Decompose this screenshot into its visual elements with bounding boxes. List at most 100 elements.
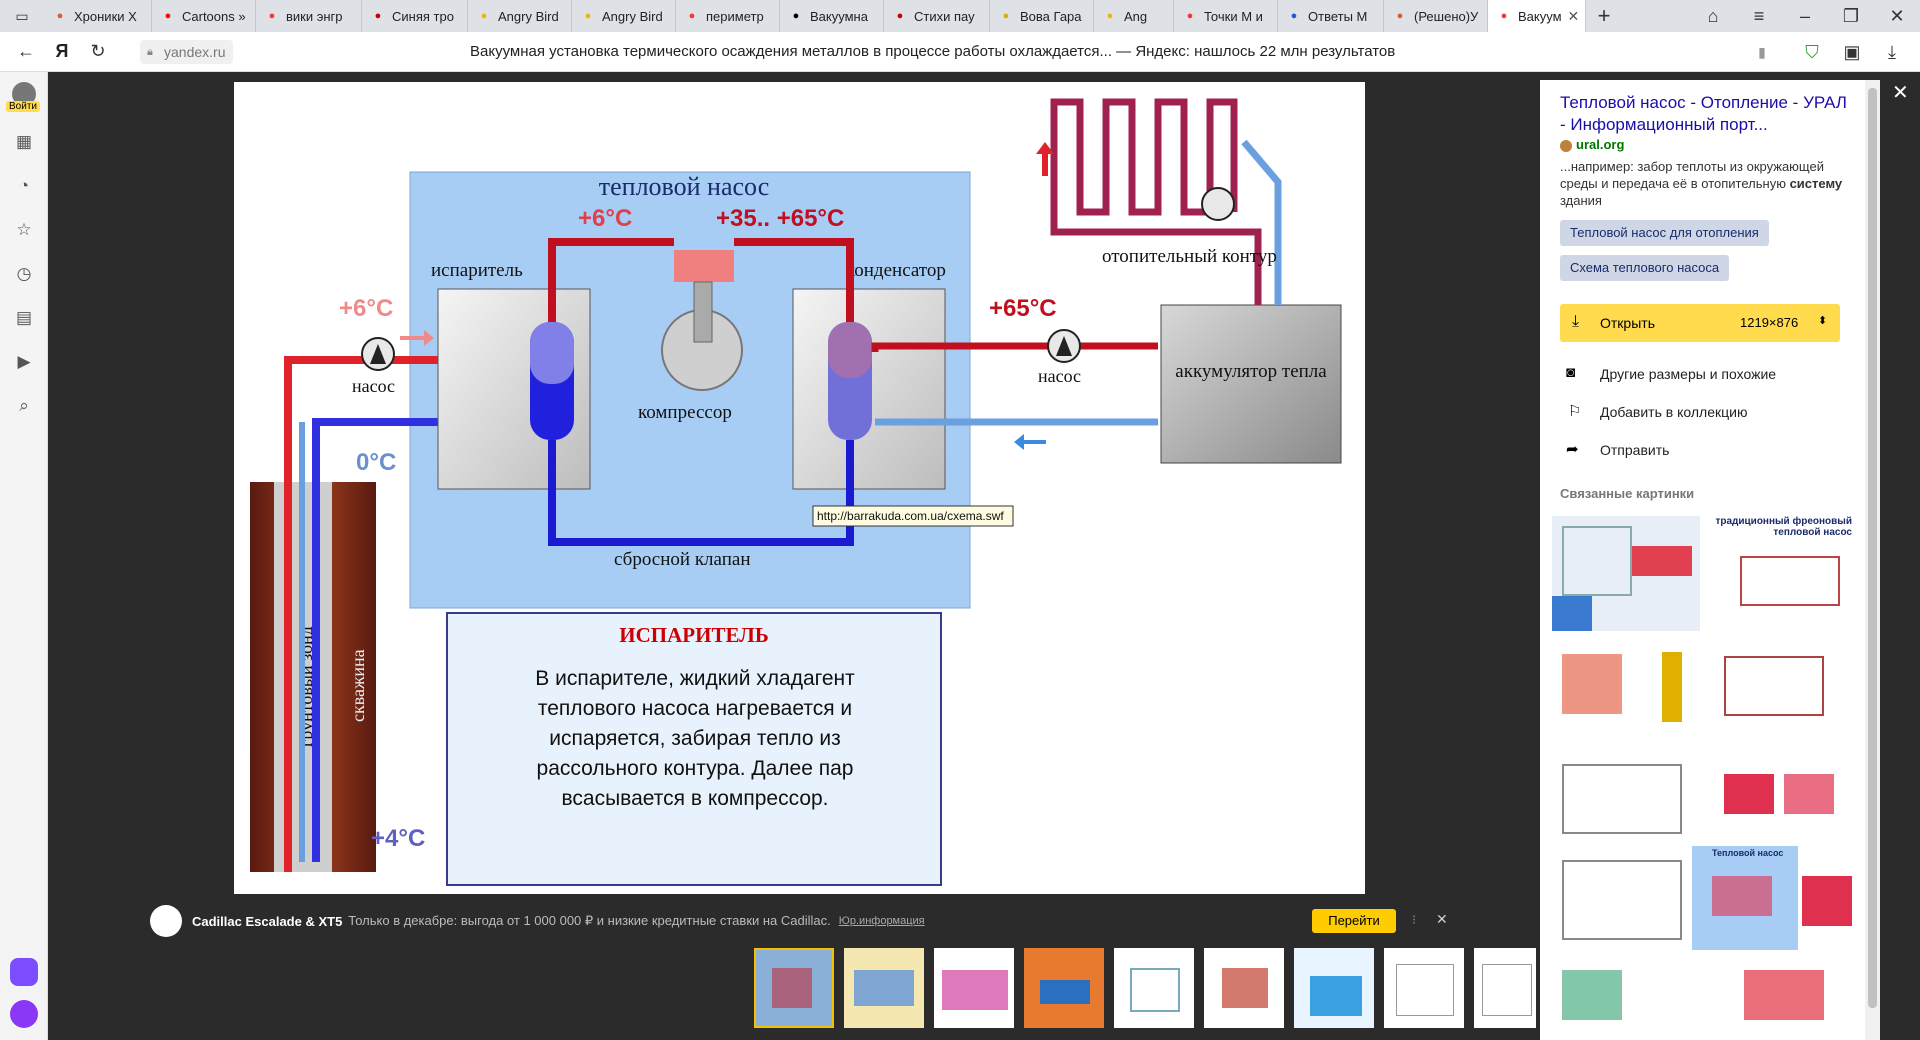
evaporator-label: испаритель <box>431 260 523 281</box>
side-scrollbar[interactable] <box>1865 80 1880 1040</box>
thumbnail[interactable] <box>754 948 834 1028</box>
thumbnail[interactable] <box>1294 948 1374 1028</box>
temp-cond-top: +35.. +65°C <box>716 205 844 232</box>
tab[interactable]: ● вики энгр <box>256 0 362 32</box>
bookmarks-icon[interactable]: ⌂ <box>1690 0 1736 34</box>
result-title[interactable]: Тепловой насос - Отопление - УРАЛ - Инфо… <box>1560 92 1850 136</box>
shield-icon[interactable]: ⛉ <box>1794 34 1830 70</box>
related-image[interactable] <box>1552 744 1700 844</box>
related-image[interactable] <box>1552 516 1700 631</box>
minimize-icon[interactable]: – <box>1782 0 1828 34</box>
heating-circuit-label: отопительный контур <box>1102 246 1277 267</box>
result-snippet: ...например: забор теплоты из окружающей… <box>1560 159 1843 208</box>
at-icon: ● <box>1290 10 1298 22</box>
open-button[interactable]: ⤓ Открыть 1219×876 ⬍ <box>1560 304 1840 342</box>
gear-icon: ● <box>896 10 904 22</box>
temp-evap-top: +6°C <box>578 205 632 232</box>
close-tab-icon[interactable]: ✕ <box>1568 8 1580 25</box>
bell-icon[interactable]: ◔ <box>12 174 36 198</box>
yandex-icon: ● <box>1500 10 1508 22</box>
tag-pill[interactable]: Схема теплового насоса <box>1560 255 1730 281</box>
tab[interactable]: ● Вакуумна <box>780 0 884 32</box>
reload-icon[interactable]: ↻ <box>80 34 116 70</box>
tab[interactable]: ● Вова Гара <box>990 0 1094 32</box>
tab[interactable]: ● Вакуум ✕ <box>1488 0 1586 32</box>
star-icon[interactable]: ☆ <box>12 218 36 242</box>
yandex-home-icon[interactable]: Я <box>44 34 80 70</box>
thumbnail[interactable] <box>844 948 924 1028</box>
related-image[interactable]: традиционный фреоновый тепловой насос <box>1700 516 1860 631</box>
return-arrow <box>1014 434 1046 450</box>
ad-go-button[interactable]: Перейти <box>1312 909 1396 933</box>
alice-icon[interactable] <box>10 1000 38 1028</box>
notes-icon[interactable]: ▤ <box>12 306 36 330</box>
related-image[interactable] <box>1704 744 1860 844</box>
tab[interactable]: ● Точки М и <box>1174 0 1278 32</box>
close-viewer-icon[interactable]: ✕ <box>1892 80 1909 105</box>
tab[interactable]: ● (Решено)У <box>1384 0 1488 32</box>
login-badge[interactable]: Войти <box>6 101 40 112</box>
ad-brand[interactable]: Cadillac Escalade & XT5 <box>192 914 342 929</box>
tab[interactable]: ● Ang <box>1094 0 1174 32</box>
tab[interactable]: ● Синяя тро <box>362 0 468 32</box>
page-title[interactable]: Вакуумная установка термического осажден… <box>470 43 1395 60</box>
main-image[interactable]: тепловой насос грунтовый зонд скважина и… <box>234 82 1365 894</box>
related-image[interactable] <box>1704 636 1860 739</box>
diagram-title: тепловой насос <box>599 172 770 201</box>
tab-label: Вакуумна <box>810 8 868 24</box>
ad-more-icon[interactable]: ⁝ <box>1412 912 1416 928</box>
tab[interactable]: ● Ответы M <box>1278 0 1384 32</box>
back-icon[interactable]: ← <box>8 34 44 70</box>
history-icon[interactable]: ◷ <box>12 262 36 286</box>
accumulator-box <box>1160 304 1342 464</box>
new-tab-button[interactable]: + <box>1586 0 1622 34</box>
play-icon: ● <box>584 10 592 22</box>
thumbnail[interactable] <box>1024 948 1104 1028</box>
ad-close-icon[interactable]: ✕ <box>1436 911 1448 928</box>
thumbnail[interactable] <box>1384 948 1464 1028</box>
tab[interactable]: ● периметр <box>676 0 780 32</box>
related-image[interactable] <box>1552 956 1700 1040</box>
related-image[interactable] <box>1798 846 1860 950</box>
info-title: ИСПАРИТЕЛЬ <box>619 623 768 647</box>
yandex-icon: ● <box>1186 10 1194 22</box>
related-image[interactable] <box>1704 956 1860 1040</box>
thumbnail[interactable] <box>1474 948 1536 1028</box>
video-icon[interactable]: ▶ <box>12 350 36 374</box>
tab[interactable]: ● Стихи пау <box>884 0 990 32</box>
sh-icon: ● <box>1002 10 1010 22</box>
downloads-icon[interactable]: ⤓ <box>1874 34 1910 70</box>
alice-app-icon[interactable] <box>10 958 38 986</box>
menu-icon[interactable]: ≡ <box>1736 0 1782 34</box>
tab[interactable]: ● Angry Bird <box>468 0 572 32</box>
tab-label: Ang <box>1124 8 1148 24</box>
bookmark-icon[interactable]: ▮ <box>1744 34 1780 70</box>
tag-pill[interactable]: Тепловой насос для отопления <box>1560 220 1769 246</box>
thumbnail[interactable] <box>1114 948 1194 1028</box>
lock-icon: 🔒︎ <box>147 46 153 58</box>
tab[interactable]: ● Cartoons » <box>152 0 256 32</box>
restore-icon[interactable]: ❐ <box>1828 0 1874 34</box>
url-tooltip-text: http://barrakuda.com.ua/cxema.swf <box>817 509 1004 523</box>
related-image[interactable] <box>1552 850 1700 950</box>
related-image[interactable]: Тепловой насос <box>1692 846 1798 950</box>
tab[interactable]: ● Angry Bird <box>572 0 676 32</box>
info-text: В испарителе, жидкий хладагент теплового… <box>535 667 855 810</box>
five-icon: ● <box>1396 10 1404 22</box>
close-window-icon[interactable]: ✕ <box>1874 0 1920 34</box>
cadillac-logo-icon <box>150 905 182 937</box>
search-image-icon[interactable]: ⌕ <box>12 394 36 418</box>
result-site[interactable]: ural.org <box>1576 137 1624 152</box>
thumbnail[interactable] <box>934 948 1014 1028</box>
apps-grid-icon[interactable]: ▦ <box>12 130 36 154</box>
play-icon: ● <box>1106 10 1114 22</box>
yandex-icon: ● <box>688 10 696 22</box>
ad-legal[interactable]: Юр.информация <box>839 915 925 927</box>
ad-text[interactable]: Только в декабре: выгода от 1 000 000 ₽ … <box>348 913 830 929</box>
url-domain[interactable]: 🔒︎ yandex.ru <box>140 40 234 64</box>
thumbnail[interactable] <box>1204 948 1284 1028</box>
tab[interactable]: ● Хроники Х <box>44 0 152 32</box>
tab-list-icon[interactable]: ▭ <box>0 0 44 34</box>
collections-icon[interactable]: ▣ <box>1834 34 1870 70</box>
related-image[interactable] <box>1552 636 1700 739</box>
